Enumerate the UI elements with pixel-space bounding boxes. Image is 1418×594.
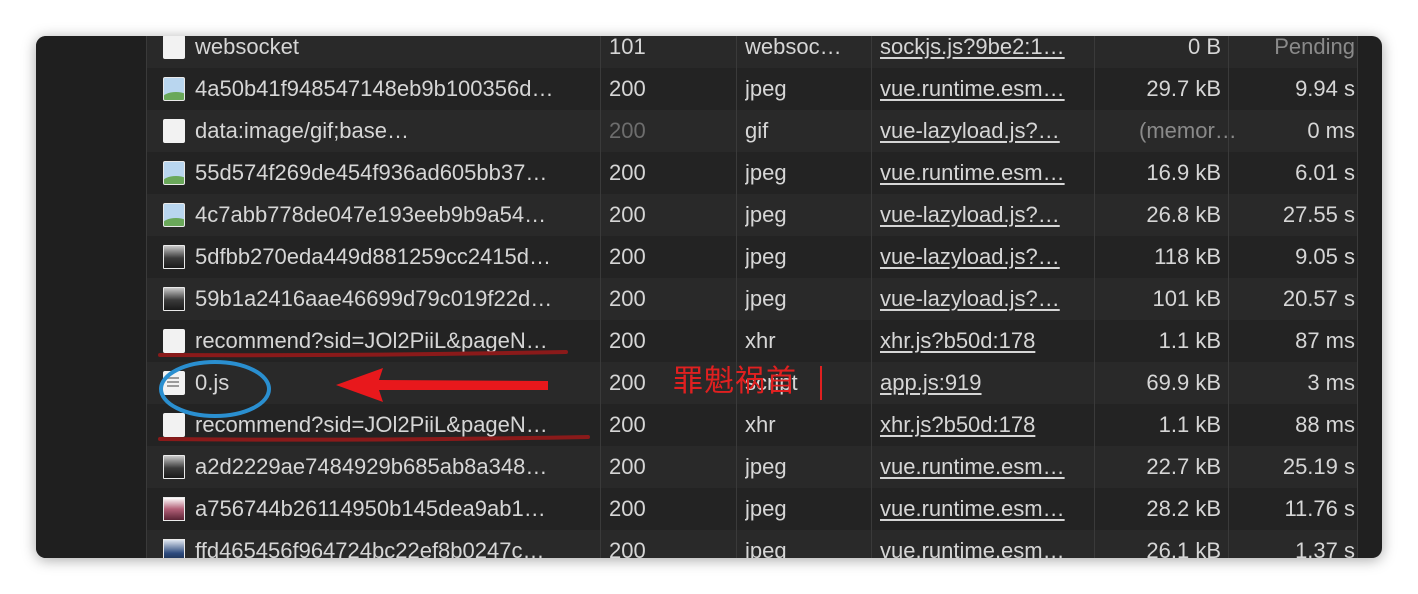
text-caret: [820, 366, 822, 400]
annotation-underline: [158, 350, 568, 358]
annotation-underline: [158, 435, 590, 442]
annotation-circle: [159, 360, 271, 418]
annotation-label: 罪魁祸首: [673, 364, 797, 399]
annotation-arrow: [336, 368, 548, 402]
annotation-overlay: [158, 350, 590, 442]
